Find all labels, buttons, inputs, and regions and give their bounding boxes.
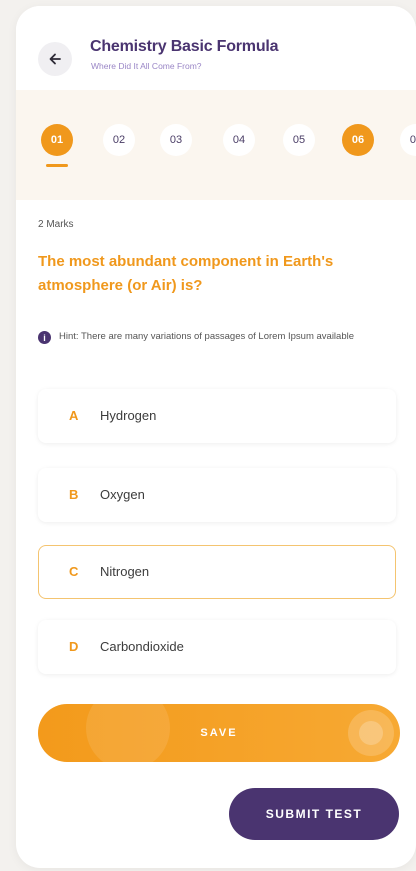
question-text: The most abundant component in Earth's a… xyxy=(38,253,334,294)
option-d[interactable]: D Carbondioxide xyxy=(38,620,396,674)
arrow-left-icon xyxy=(49,53,61,65)
option-letter: C xyxy=(69,564,79,579)
header: Chemistry Basic Formula Where Did It All… xyxy=(16,6,416,90)
submit-label: SUBMIT TEST xyxy=(265,807,363,821)
decorative-bubble xyxy=(86,704,170,762)
submit-test-button[interactable]: SUBMIT TEST xyxy=(229,788,399,840)
page-subtitle: Where Did It All Come From? xyxy=(91,61,202,71)
hint-text: Hint: There are many variations of passa… xyxy=(59,331,355,342)
quiz-card: Chemistry Basic Formula Where Did It All… xyxy=(16,6,416,868)
option-letter: A xyxy=(69,408,79,423)
option-a[interactable]: A Hydrogen xyxy=(38,389,396,443)
active-question-indicator xyxy=(46,164,68,167)
option-text: Hydrogen xyxy=(100,408,157,423)
option-text: Nitrogen xyxy=(100,564,150,579)
marks-label: 2 Marks xyxy=(38,219,74,230)
question-number-06[interactable]: 06 xyxy=(342,124,374,156)
question-number-04[interactable]: 04 xyxy=(223,124,255,156)
option-text: Oxygen xyxy=(100,487,145,502)
option-c[interactable]: C Nitrogen xyxy=(38,545,396,599)
save-label: SAVE xyxy=(200,727,238,739)
option-letter: D xyxy=(69,639,79,654)
option-text: Carbondioxide xyxy=(100,639,184,654)
question-number-03[interactable]: 03 xyxy=(160,124,192,156)
save-button[interactable]: SAVE xyxy=(38,704,400,762)
page-title: Chemistry Basic Formula xyxy=(90,38,279,55)
back-button[interactable] xyxy=(38,42,72,76)
question-number-02[interactable]: 02 xyxy=(103,124,135,156)
question-number-07[interactable]: 07 xyxy=(400,124,416,156)
question-number-01[interactable]: 01 xyxy=(41,124,73,156)
question-navigator: 01 02 03 04 05 06 07 xyxy=(16,90,416,200)
decorative-bubble xyxy=(359,721,383,745)
option-b[interactable]: B Oxygen xyxy=(38,468,396,522)
info-icon: i xyxy=(38,331,51,344)
option-letter: B xyxy=(69,487,79,502)
question-number-05[interactable]: 05 xyxy=(283,124,315,156)
